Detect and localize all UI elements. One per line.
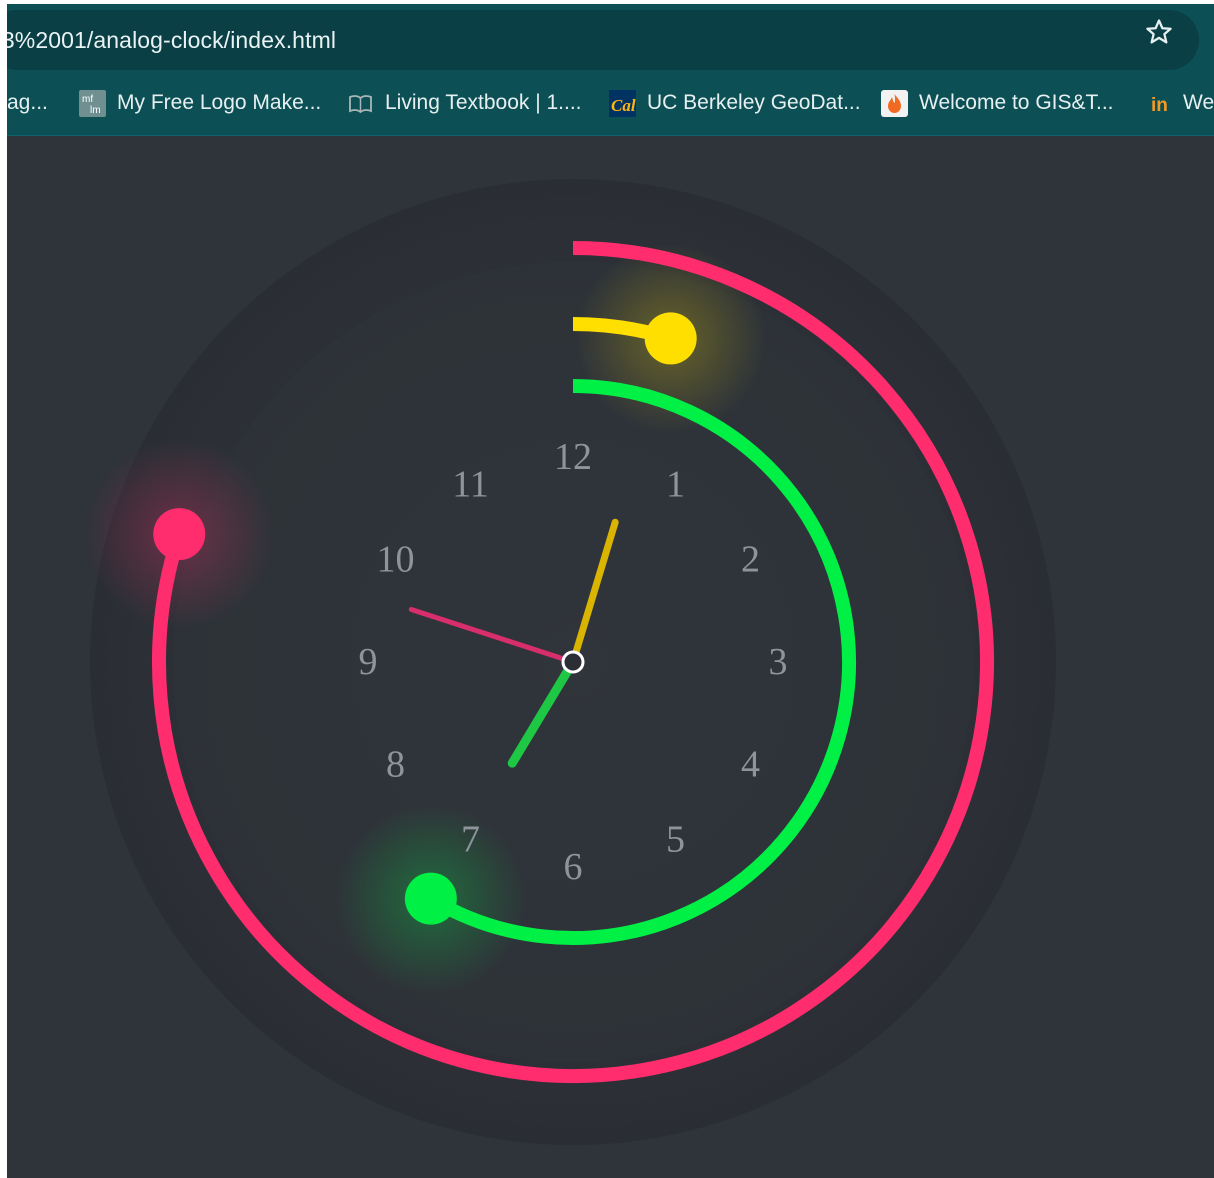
browser-toolbar: 23%2001/analog-clock/index.html ag... mf… [7,4,1214,136]
bookmark-label: ag... [7,91,48,114]
bookmarks-bar: ag... mf lm My Free Logo Make... Living … [7,76,1214,136]
analog-clock: 121234567891011 [84,179,1056,1145]
center-pin [561,650,585,674]
star-outline-icon[interactable] [1144,17,1174,47]
cal-logo-icon: Cal [609,89,636,117]
bookmark-label: My Free Logo Make... [117,91,322,114]
bookmark-item[interactable]: Cal UC Berkeley GeoDat... [609,86,861,120]
numeral-1: 1 [666,463,685,505]
bookmark-item[interactable]: in We [1150,86,1214,120]
in-logo-icon: in [1151,95,1168,116]
minute-arc-knob [644,312,697,365]
book-icon [349,94,372,113]
url-text[interactable]: 23%2001/analog-clock/index.html [7,27,336,54]
numeral-8: 8 [386,744,405,786]
svg-text:mf: mf [82,94,93,105]
bookmark-item[interactable]: ag... [7,86,48,120]
numeral-9: 9 [359,641,378,683]
bookmark-item[interactable]: Living Textbook | 1.... [347,86,582,120]
bookmark-label: Living Textbook | 1.... [385,91,582,114]
numeral-12: 12 [554,436,592,478]
numeral-11: 11 [452,463,489,505]
numeral-4: 4 [741,744,760,786]
hour-arc-knob [404,872,457,925]
numeral-10: 10 [376,539,414,581]
second-arc-knob [153,508,206,561]
svg-text:Cal: Cal [611,96,636,115]
clock-page: 12 1 2 3 4 5 6 7 8 9 10 11 [7,136,1214,1178]
bookmark-label: UC Berkeley GeoDat... [647,91,861,114]
numeral-3: 3 [769,641,788,683]
numeral-7: 7 [461,819,480,861]
bookmark-label: Welcome to GIS&T... [919,91,1114,114]
bookmark-item[interactable]: mf lm My Free Logo Make... [79,86,321,120]
address-bar[interactable]: 23%2001/analog-clock/index.html [7,10,1199,70]
svg-text:in: in [1151,95,1168,116]
numeral-2: 2 [741,539,760,581]
bookmark-item[interactable]: Welcome to GIS&T... [881,86,1114,120]
mfl-logo-icon: mf lm [79,89,106,117]
bookmark-label: We [1183,91,1214,114]
numeral-5: 5 [666,819,685,861]
svg-text:lm: lm [90,105,101,116]
numeral-6: 6 [564,846,583,888]
fire-logo-icon [881,89,908,117]
browser-window: 23%2001/analog-clock/index.html ag... mf… [7,4,1214,1178]
